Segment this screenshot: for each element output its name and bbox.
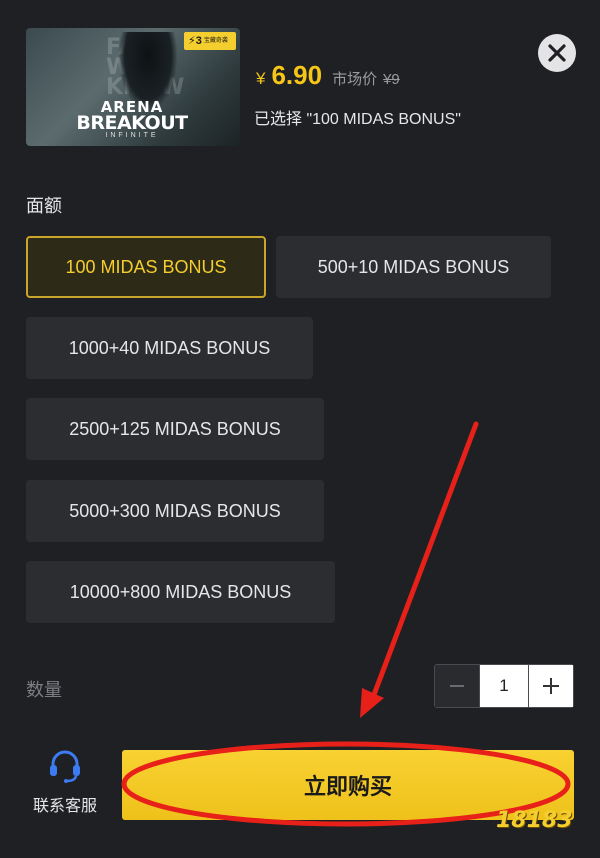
season-badge: ⚡3 宝藏奇袭 — [184, 32, 236, 50]
headset-icon — [50, 750, 80, 783]
watermark: 18183 — [496, 808, 573, 833]
quantity-value[interactable]: 1 — [479, 665, 529, 707]
option-1000-40-midas[interactable]: 1000+40 MIDAS BONUS — [26, 317, 313, 379]
price-value: 6.90 — [271, 60, 323, 90]
denomination-label: 面额 — [26, 196, 62, 216]
market-price-value: ¥9 — [383, 71, 400, 88]
option-100-midas[interactable]: 100 MIDAS BONUS — [26, 236, 266, 298]
option-5000-300-midas[interactable]: 5000+300 MIDAS BONUS — [26, 480, 324, 542]
close-button[interactable] — [538, 34, 576, 72]
logo-infinite: INFINITE — [105, 132, 159, 139]
plus-icon — [542, 678, 559, 694]
quantity-increase-button[interactable] — [528, 665, 573, 707]
close-icon — [548, 44, 566, 62]
annotation-arrow-head — [360, 688, 384, 718]
customer-service-button[interactable]: 联系客服 — [20, 748, 110, 816]
option-2500-125-midas[interactable]: 2500+125 MIDAS BONUS — [26, 398, 324, 460]
purchase-panel: FARWAR KNOW ⚡3宝藏奇袭 ARENA BREAKOUT INFINI… — [0, 0, 600, 858]
badge-number: 3 — [195, 35, 202, 47]
annotation-arrow-line — [369, 421, 479, 703]
selected-option-text: 已选择 "100 MIDAS BONUS" — [254, 111, 461, 128]
quantity-decrease-button[interactable] — [435, 665, 480, 707]
price-row: ¥ 6.90 市场价 ¥9 — [256, 60, 400, 91]
option-10000-800-midas[interactable]: 10000+800 MIDAS BONUS — [26, 561, 335, 623]
quantity-label: 数量 — [26, 680, 62, 700]
quantity-stepper: 1 — [434, 664, 574, 708]
badge-subtext: 宝藏奇袭 — [203, 38, 228, 45]
price-currency: ¥ — [256, 69, 266, 88]
customer-service-label: 联系客服 — [32, 798, 97, 815]
market-price-label: 市场价 — [332, 71, 378, 88]
minus-icon — [450, 685, 465, 687]
product-thumbnail: FARWAR KNOW ⚡3宝藏奇袭 ARENA BREAKOUT INFINI… — [26, 28, 240, 146]
option-500-10-midas[interactable]: 500+10 MIDAS BONUS — [276, 236, 551, 298]
logo-breakout: BREAKOUT — [76, 112, 188, 134]
